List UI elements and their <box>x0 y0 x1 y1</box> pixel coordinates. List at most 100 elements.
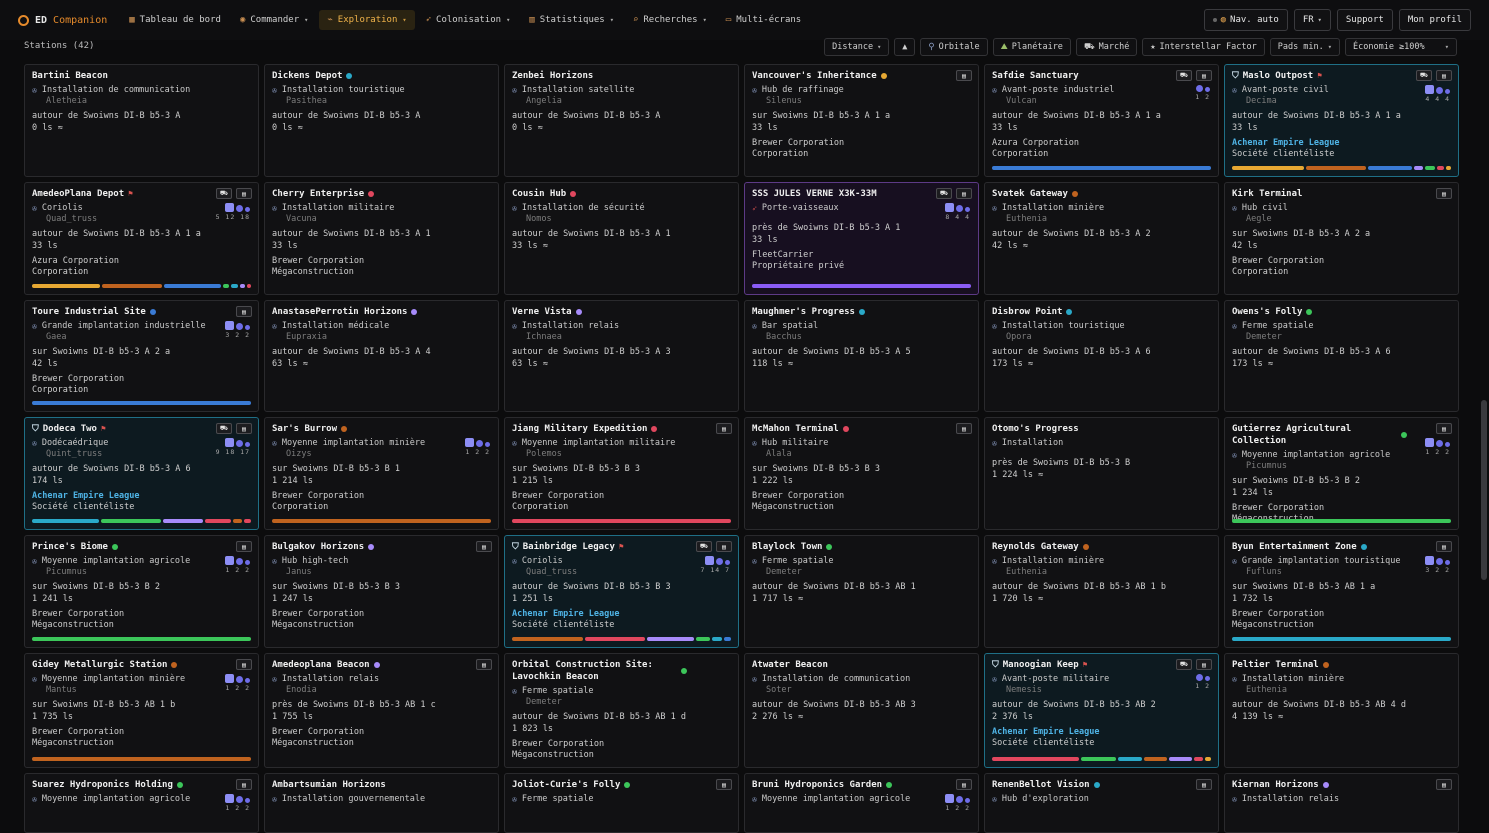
notes-icon[interactable]: ▤ <box>1436 541 1452 552</box>
station-name[interactable]: RenenBellot Vision <box>992 779 1167 791</box>
station-card[interactable]: ⛉ Maslo Outpost ⚑ ✇ Avant-poste civil Decima a… <box>1224 64 1459 177</box>
station-card[interactable]: ⛉ Dodeca Two ⚑ ✇ Dodécaédrique Quint_truss aut… <box>24 417 259 530</box>
station-name[interactable]: Gutierrez Agricultural Collection <box>1232 423 1407 447</box>
station-name[interactable]: Bartini Beacon <box>32 70 207 82</box>
notes-icon[interactable]: ▤ <box>236 188 252 199</box>
station-card[interactable]: Svatek Gateway ✇ Installation minière Euthe… <box>984 182 1219 295</box>
station-card[interactable]: Safdie Sanctuary ✇ Avant-poste industriel V… <box>984 64 1219 177</box>
notes-icon[interactable]: ▤ <box>1436 423 1452 434</box>
station-card[interactable]: Bruni Hydroponics Garden ✇ Moyenne implant… <box>744 773 979 833</box>
station-card[interactable]: Atwater Beacon ✇ Installation de communica… <box>744 653 979 768</box>
notes-icon[interactable]: ▤ <box>1436 779 1452 790</box>
notes-icon[interactable]: ▤ <box>236 541 252 552</box>
station-name[interactable]: Orbital Construction Site: Lavochkin Bea… <box>512 659 687 683</box>
notes-icon[interactable]: ▤ <box>236 659 252 670</box>
nav-item-chart[interactable]: ▥ Statistiques ▾ <box>521 10 622 30</box>
notes-icon[interactable]: ▤ <box>476 541 492 552</box>
station-card[interactable]: Cherry Enterprise ✇ Installation militaire… <box>264 182 499 295</box>
station-name[interactable]: Jiang Military Expedition <box>512 423 687 435</box>
notes-icon[interactable]: ▤ <box>1436 70 1452 81</box>
market-icon[interactable]: ⛟ <box>696 541 712 552</box>
language-select[interactable]: FR ▾ <box>1293 9 1331 31</box>
station-card[interactable]: Bulgakov Horizons ✇ Hub high-tech Janus sur … <box>264 535 499 648</box>
station-card[interactable]: Cousin Hub ✇ Installation de sécurité Nomos… <box>504 182 739 295</box>
station-name[interactable]: Toure Industrial Site <box>32 306 207 318</box>
station-name[interactable]: Byun Entertainment Zone <box>1232 541 1407 553</box>
station-name[interactable]: Suarez Hydroponics Holding <box>32 779 207 791</box>
economy-select[interactable]: Économie ≥100% ▾ <box>1345 38 1457 56</box>
sort-order-button[interactable]: ▲ <box>894 38 916 56</box>
station-card[interactable]: Reynolds Gateway ✇ Installation minière Eut… <box>984 535 1219 648</box>
station-card[interactable]: McMahon Terminal ✇ Hub militaire Alala sur S… <box>744 417 979 530</box>
station-name[interactable]: Safdie Sanctuary <box>992 70 1167 82</box>
station-name[interactable]: Gidey Metallurgic Station <box>32 659 207 671</box>
station-name[interactable]: Peltier Terminal <box>1232 659 1407 671</box>
station-card[interactable]: Jiang Military Expedition ✇ Moyenne implan… <box>504 417 739 530</box>
notes-icon[interactable]: ▤ <box>956 70 972 81</box>
station-card[interactable]: Joliot-Curie's Folly ✇ Ferme spatiale ▤ <box>504 773 739 833</box>
station-card[interactable]: Disbrow Point ✇ Installation touristique Op… <box>984 300 1219 412</box>
station-name[interactable]: Disbrow Point <box>992 306 1167 318</box>
notes-icon[interactable]: ▤ <box>1196 779 1212 790</box>
station-name[interactable]: Reynolds Gateway <box>992 541 1167 553</box>
station-card[interactable]: Owens's Folly ✇ Ferme spatiale Demeter autou… <box>1224 300 1459 412</box>
market-icon[interactable]: ⛟ <box>216 423 232 434</box>
notes-icon[interactable]: ▤ <box>1436 188 1452 199</box>
station-card[interactable]: Ambartsumian Horizons ✇ Installation gouve… <box>264 773 499 833</box>
nav-item-monitor[interactable]: ▭ Multi-écrans <box>718 10 809 30</box>
notes-icon[interactable]: ▤ <box>236 779 252 790</box>
station-name[interactable]: Kiernan Horizons <box>1232 779 1407 791</box>
notes-icon[interactable]: ▤ <box>236 423 252 434</box>
station-card[interactable]: Maughmer's Progress ✇ Bar spatial Bacchus au… <box>744 300 979 412</box>
station-card[interactable]: ⛉ Manoogian Keep ⚑ ✇ Avant-poste militaire Ne… <box>984 653 1219 768</box>
scrollbar[interactable] <box>1479 40 1489 812</box>
profile-button[interactable]: Mon profil <box>1398 9 1471 31</box>
station-name[interactable]: Otomo's Progress <box>992 423 1167 435</box>
notes-icon[interactable]: ▤ <box>1196 70 1212 81</box>
notes-icon[interactable]: ▤ <box>956 779 972 790</box>
notes-icon[interactable]: ▤ <box>236 306 252 317</box>
station-name[interactable]: Verne Vista <box>512 306 687 318</box>
market-icon[interactable]: ⛟ <box>216 188 232 199</box>
station-card[interactable]: AmedeoPlana Depot ⚑ ✇ Coriolis Quad_truss aut… <box>24 182 259 295</box>
station-name[interactable]: ⛉ Manoogian Keep ⚑ <box>992 659 1167 671</box>
station-name[interactable]: ⛉ Maslo Outpost ⚑ <box>1232 70 1407 82</box>
filter-planetaire[interactable]: ⛰ Planétaire <box>992 38 1071 56</box>
station-card[interactable]: Verne Vista ✇ Installation relais Ichnaea au… <box>504 300 739 412</box>
station-name[interactable]: ⛉ Dodeca Two ⚑ <box>32 423 207 435</box>
notes-icon[interactable]: ▤ <box>716 541 732 552</box>
station-card[interactable]: Blaylock Town ✇ Ferme spatiale Demeter autou… <box>744 535 979 648</box>
nav-item-search[interactable]: ⌕ Recherches ▾ <box>625 10 715 30</box>
station-card[interactable]: Peltier Terminal ✇ Installation minière Eut… <box>1224 653 1459 768</box>
station-name[interactable]: SSS JULES VERNE X3K-33M <box>752 188 927 200</box>
notes-icon[interactable]: ▤ <box>716 423 732 434</box>
station-name[interactable]: Cherry Enterprise <box>272 188 447 200</box>
brand-logo[interactable]: ED Companion <box>18 14 107 26</box>
station-name[interactable]: Dickens Depot <box>272 70 447 82</box>
station-name[interactable]: ⛉ Bainbridge Legacy ⚑ <box>512 541 687 553</box>
station-name[interactable]: AnastasePerrotin Horizons <box>272 306 447 318</box>
filter-marche[interactable]: ⛟ Marché <box>1075 38 1138 56</box>
filter-interstellar-factor[interactable]: ★ Interstellar Factor <box>1142 38 1265 56</box>
filter-orbitale[interactable]: ⚲ Orbitale <box>920 38 988 56</box>
station-name[interactable]: Joliot-Curie's Folly <box>512 779 687 791</box>
station-name[interactable]: Kirk Terminal <box>1232 188 1407 200</box>
station-card[interactable]: Dickens Depot ✇ Installation touristique Pa… <box>264 64 499 177</box>
station-card[interactable]: Sar's Burrow ✇ Moyenne implantation minièr… <box>264 417 499 530</box>
notes-icon[interactable]: ▤ <box>956 423 972 434</box>
station-card[interactable]: Gidey Metallurgic Station ✇ Moyenne implan… <box>24 653 259 768</box>
station-name[interactable]: Atwater Beacon <box>752 659 927 671</box>
station-name[interactable]: Zenbei Horizons <box>512 70 687 82</box>
station-name[interactable]: Svatek Gateway <box>992 188 1167 200</box>
market-icon[interactable]: ⛟ <box>1176 659 1192 670</box>
station-name[interactable]: AmedeoPlana Depot ⚑ <box>32 188 207 200</box>
market-icon[interactable]: ⛟ <box>1176 70 1192 81</box>
support-button[interactable]: Support <box>1336 9 1393 31</box>
station-card[interactable]: Amedeoplana Beacon ✇ Installation relais En… <box>264 653 499 768</box>
station-name[interactable]: Vancouver's Inheritance <box>752 70 927 82</box>
station-card[interactable]: Byun Entertainment Zone ✇ Grande implantat… <box>1224 535 1459 648</box>
station-name[interactable]: Bulgakov Horizons <box>272 541 447 553</box>
notes-icon[interactable]: ▤ <box>476 659 492 670</box>
station-card[interactable]: Vancouver's Inheritance ✇ Hub de raffinage… <box>744 64 979 177</box>
notes-icon[interactable]: ▤ <box>956 188 972 199</box>
